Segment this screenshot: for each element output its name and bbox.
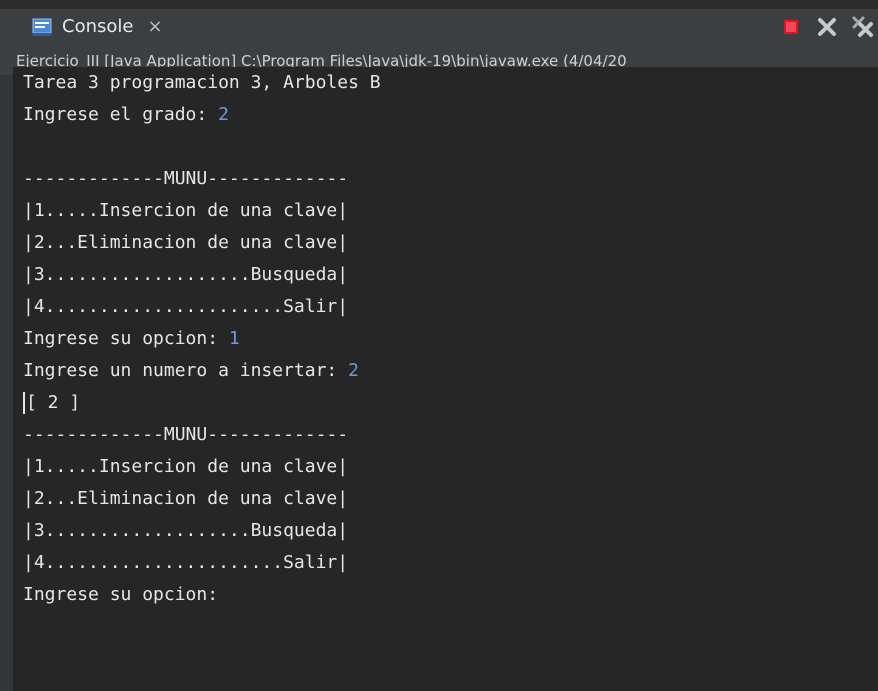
console-line: |3...................Busqueda| bbox=[23, 264, 349, 285]
console-input-value: 2 bbox=[218, 104, 229, 125]
console-line: [ 2 ] bbox=[23, 387, 80, 419]
console-line: |3...................Busqueda| bbox=[23, 520, 349, 541]
terminate-icon bbox=[784, 20, 798, 34]
console-line: |4......................Salir| bbox=[23, 296, 349, 317]
console-line: Tarea 3 programacion 3, Arboles B bbox=[23, 72, 381, 93]
console-line: -------------MUNU------------- bbox=[23, 424, 349, 445]
terminate-button[interactable] bbox=[776, 15, 806, 39]
console-line: Ingrese su opcion: bbox=[23, 584, 229, 605]
console-line: |2...Eliminacion de una clave| bbox=[23, 488, 349, 509]
console-line: Ingrese un numero a insertar: 2 bbox=[23, 360, 359, 381]
remove-all-terminated-button[interactable] bbox=[848, 15, 878, 39]
console-output[interactable]: Tarea 3 programacion 3, Arboles B Ingres… bbox=[13, 67, 878, 691]
console-input-value: 2 bbox=[348, 360, 359, 381]
remove-launch-icon bbox=[818, 18, 836, 36]
tab-close-icon[interactable]: × bbox=[147, 17, 162, 36]
text-cursor bbox=[23, 392, 25, 414]
console-input-value: 1 bbox=[228, 328, 240, 349]
console-icon bbox=[32, 18, 52, 36]
console-line: |2...Eliminacion de una clave| bbox=[23, 232, 349, 253]
tab-console-label: Console bbox=[62, 16, 134, 37]
console-line: Ingrese su opcion: 1 bbox=[23, 328, 240, 349]
remove-launch-button[interactable] bbox=[812, 15, 842, 39]
console-line: |1.....Insercion de una clave| bbox=[23, 456, 349, 477]
view-tab-bar: Console × Ejercicio_III [Java Applicatio… bbox=[0, 9, 878, 75]
console-line: |4......................Salir| bbox=[23, 552, 349, 573]
console-line: Ingrese el grado: 2 bbox=[23, 104, 229, 125]
left-gutter bbox=[0, 9, 13, 691]
remove-all-terminated-icon bbox=[852, 16, 873, 37]
console-toolbar bbox=[770, 15, 878, 39]
console-window: Console × Ejercicio_III [Java Applicatio… bbox=[0, 0, 878, 691]
console-line: |1.....Insercion de una clave| bbox=[23, 200, 349, 221]
console-line: -------------MUNU------------- bbox=[23, 168, 349, 189]
top-strip bbox=[0, 0, 878, 9]
tab-console[interactable]: Console × bbox=[18, 9, 198, 44]
